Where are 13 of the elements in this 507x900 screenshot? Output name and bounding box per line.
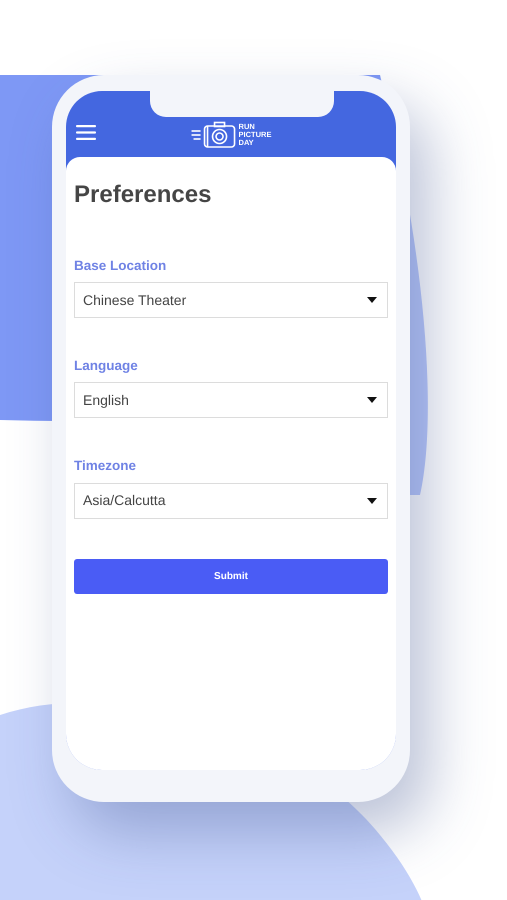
caret-icon [367,498,377,504]
menu-icon[interactable] [76,125,96,140]
field-label: Base Location [74,256,168,275]
camera-icon [190,121,237,149]
caret-icon [367,397,377,404]
caret-icon [367,297,377,304]
select-field[interactable]: Chinese Theater [74,282,388,318]
field-label: Timezone [74,457,138,476]
field-label: Language [74,357,139,376]
select-field[interactable]: English [74,382,388,418]
submit-button[interactable]: Submit [74,558,388,594]
select-field[interactable]: Asia/Calcutta [74,482,388,519]
page-title: Preferences [74,181,212,210]
